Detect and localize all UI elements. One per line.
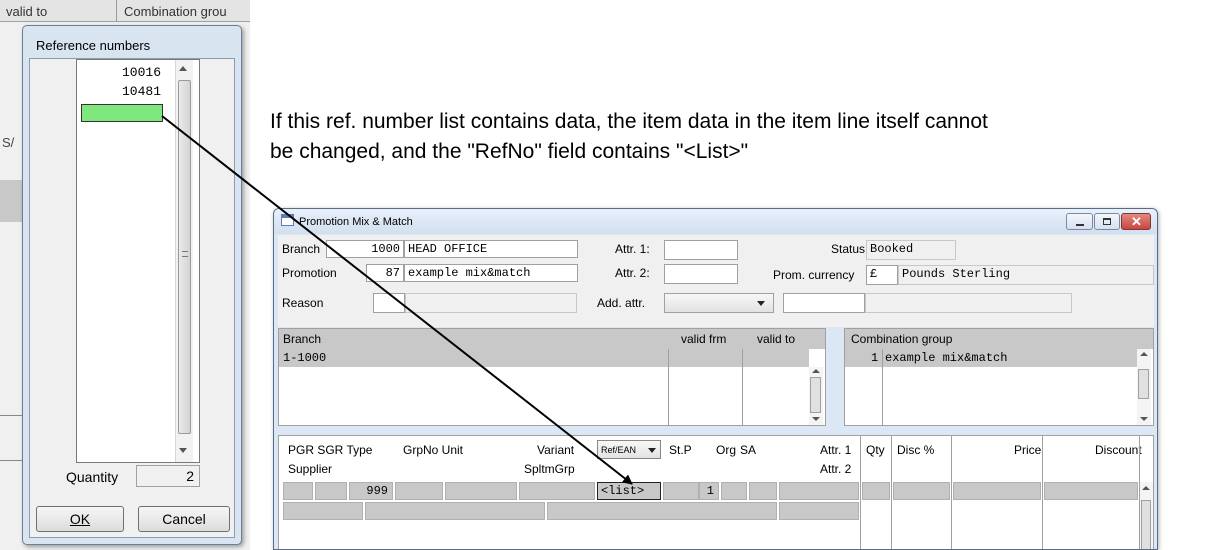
arrow-line — [161, 115, 633, 485]
annotation-arrow — [161, 115, 633, 485]
